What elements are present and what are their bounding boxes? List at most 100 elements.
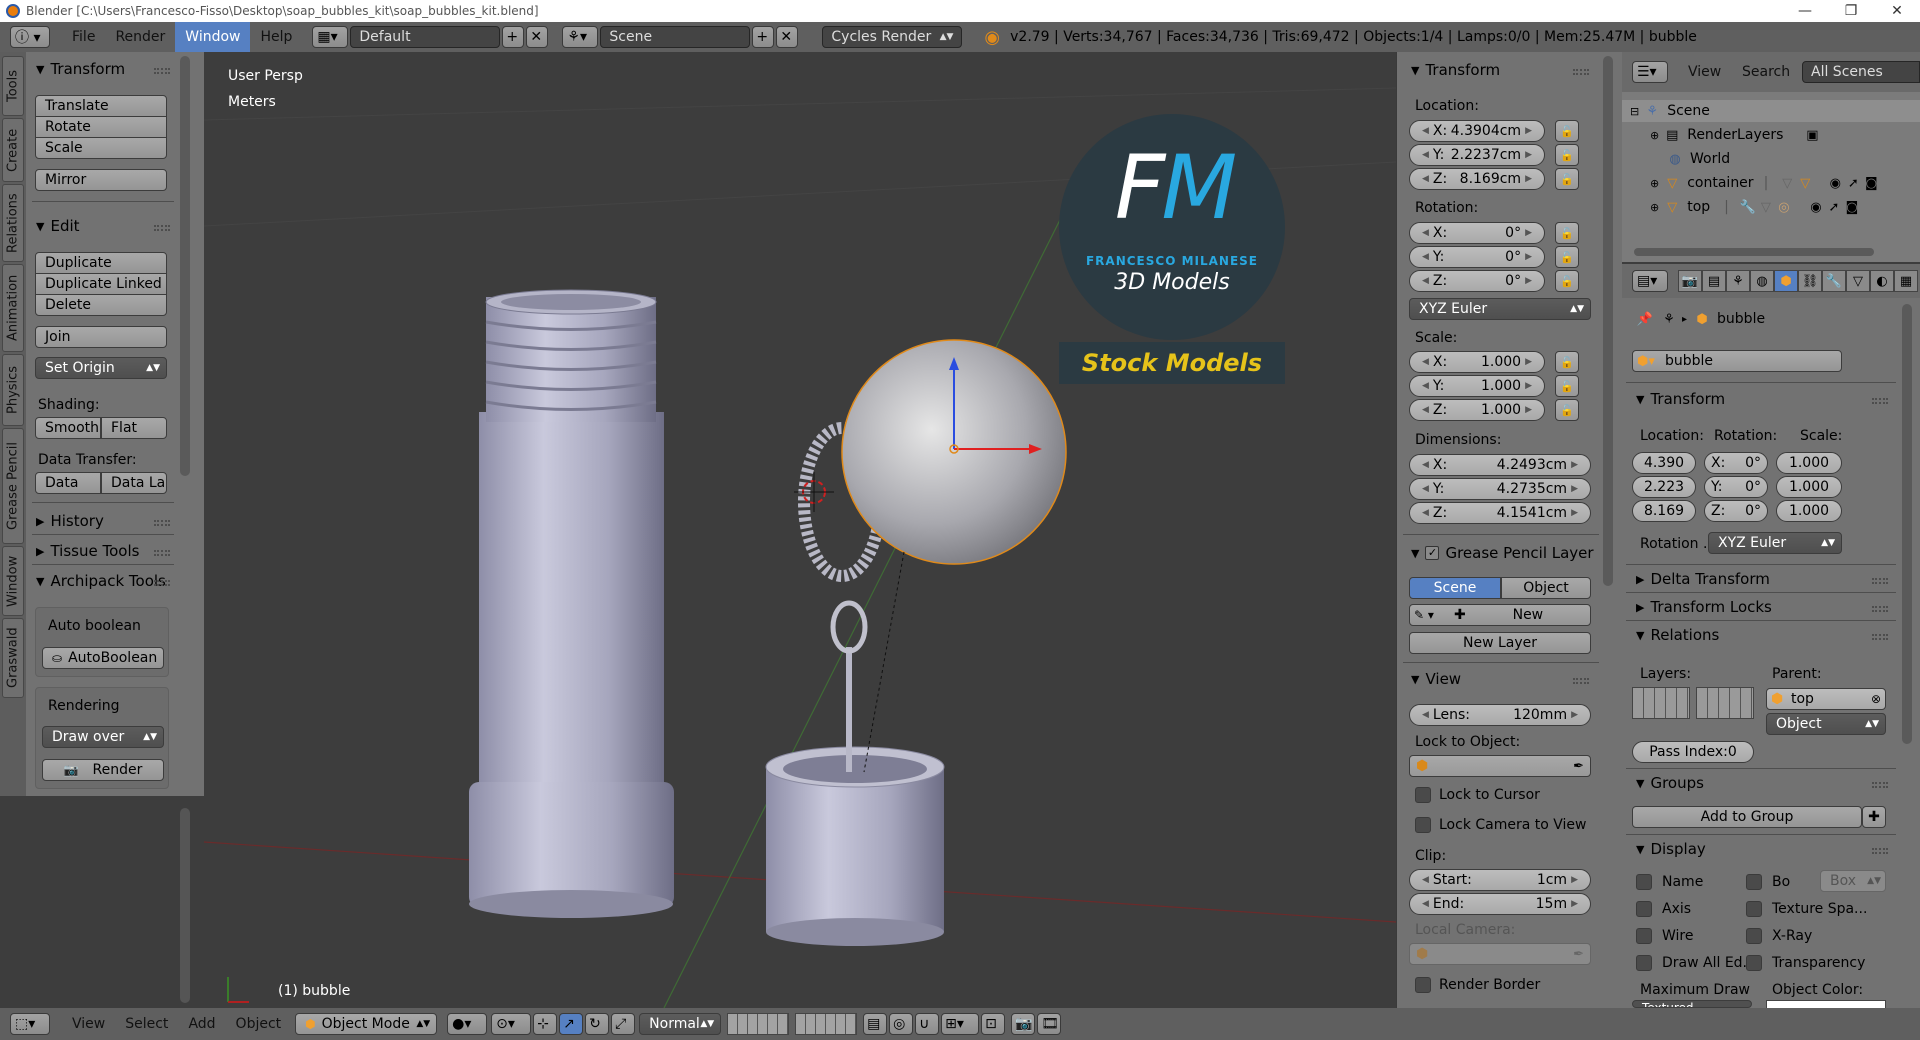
object-color-swatch[interactable] bbox=[1766, 1000, 1886, 1008]
texture-tab-icon[interactable]: ▦ bbox=[1894, 270, 1918, 292]
outliner-search-menu[interactable]: Search bbox=[1732, 57, 1800, 87]
lens-field[interactable]: ◀ Lens: 120mm ▶ bbox=[1409, 704, 1591, 726]
constraints-tab-icon[interactable]: ⛓ bbox=[1798, 270, 1822, 292]
remove-scene-icon[interactable]: ✕ bbox=[776, 26, 799, 48]
outliner-row-container[interactable]: ⊕ ▽ container | ▽ ▽ ◉ ➚ ◙ bbox=[1622, 172, 1920, 194]
dimensions-y-field[interactable]: ◀ Y: 4.2735cm ▶ bbox=[1409, 478, 1591, 500]
outliner-hscrollbar[interactable] bbox=[1634, 248, 1874, 256]
screen-layout-button[interactable]: ▦▾ bbox=[312, 26, 349, 48]
object-name-field[interactable]: ⬢▾ bubble bbox=[1632, 350, 1842, 372]
props-rot-x[interactable]: X: 0° bbox=[1704, 452, 1768, 474]
scale-z-field[interactable]: ◀ Z: 1.000 ▶ bbox=[1409, 399, 1545, 421]
props-scale-y[interactable]: 1.000 bbox=[1776, 476, 1842, 498]
menu-help[interactable]: Help bbox=[250, 22, 302, 52]
props-rotation-mode-select[interactable]: XYZ Euler ▲▼ bbox=[1708, 532, 1842, 554]
grip-icon[interactable] bbox=[1872, 848, 1888, 854]
rotation-z-field[interactable]: ◀ Z: 0° ▶ bbox=[1409, 270, 1545, 292]
viewport-shading-button[interactable]: ●▾ bbox=[447, 1013, 488, 1035]
n-transform-header[interactable]: ▼ Transform bbox=[1411, 61, 1500, 79]
menu-object[interactable]: Object bbox=[226, 1009, 292, 1039]
editor-type-button[interactable]: ⓘ ▾ bbox=[10, 26, 50, 48]
pin-icon[interactable]: 📌 bbox=[1636, 310, 1654, 328]
grip-icon[interactable] bbox=[1872, 398, 1888, 404]
data-tab-icon[interactable]: ▽ bbox=[1846, 270, 1870, 292]
eyedropper-icon[interactable]: ✒ bbox=[1573, 759, 1584, 774]
menu-file[interactable]: File bbox=[62, 22, 105, 52]
props-scale-z[interactable]: 1.000 bbox=[1776, 500, 1842, 522]
view3d-editor-type[interactable]: ⬚▾ bbox=[10, 1013, 50, 1035]
checkbox-checked-icon[interactable]: ✓ bbox=[1425, 546, 1440, 560]
lock-icon[interactable]: 🔓 bbox=[1555, 399, 1579, 421]
translate-manipulator-icon[interactable]: ↗ bbox=[559, 1013, 584, 1035]
tab-tools[interactable]: Tools bbox=[2, 56, 24, 116]
3d-viewport[interactable]: User Persp Meters (1) bubble FM FM FRANC… bbox=[204, 52, 1396, 1008]
opengl-render-icon[interactable]: 📷 bbox=[1011, 1013, 1036, 1035]
menu-add[interactable]: Add bbox=[178, 1009, 225, 1039]
expand-icon[interactable]: ⊕ bbox=[1650, 129, 1659, 142]
lock-layers-icon[interactable]: ▤ bbox=[863, 1013, 888, 1035]
grip-icon[interactable] bbox=[1872, 782, 1888, 788]
props-rot-y[interactable]: Y: 0° bbox=[1704, 476, 1768, 498]
bounds-type-select[interactable]: Box ▲▼ bbox=[1820, 870, 1886, 892]
tab-window[interactable]: Window bbox=[2, 546, 24, 616]
outliner-row-renderlayers[interactable]: ⊕ ▤ RenderLayers ▣ bbox=[1622, 124, 1920, 146]
snap-icon[interactable]: ∪ bbox=[915, 1013, 940, 1035]
outliner-filter-select[interactable]: All Scenes bbox=[1802, 61, 1920, 83]
mode-select[interactable]: ⬢ Object Mode ▲▼ bbox=[295, 1013, 438, 1035]
scale-x-field[interactable]: ◀ X: 1.000 ▶ bbox=[1409, 351, 1545, 373]
scene-button[interactable]: ⚘▾ bbox=[562, 26, 599, 48]
data-layers-button[interactable]: Data La bbox=[101, 472, 167, 494]
relations-header[interactable]: ▼ Relations bbox=[1636, 626, 1719, 644]
maximize-button[interactable]: ❐ bbox=[1828, 0, 1874, 22]
props-loc-z[interactable]: 8.169 bbox=[1632, 500, 1696, 522]
delete-button[interactable]: Delete bbox=[35, 294, 167, 316]
n-view-header[interactable]: ▼ View bbox=[1411, 670, 1461, 688]
eye-icon[interactable]: ◉ bbox=[1807, 198, 1825, 216]
properties-editor-type[interactable]: ▤▾ bbox=[1632, 270, 1668, 292]
panel-archipack-header[interactable]: ▼ Archipack Tools bbox=[36, 572, 168, 590]
rotation-mode-select[interactable]: XYZ Euler ▲▼ bbox=[1409, 298, 1591, 320]
grip-icon[interactable] bbox=[1872, 578, 1888, 584]
layers-tab-icon[interactable]: ▤ bbox=[1702, 270, 1726, 292]
clip-start-field[interactable]: ◀ Start: 1cm ▶ bbox=[1409, 869, 1591, 891]
proportional-edit-icon[interactable]: ◎ bbox=[889, 1013, 914, 1035]
snap-target-icon[interactable]: ⊡ bbox=[981, 1013, 1006, 1035]
add-layout-icon[interactable]: + bbox=[502, 26, 525, 48]
clip-end-field[interactable]: ◀ End: 15m ▶ bbox=[1409, 893, 1591, 915]
new-layer-button[interactable]: New Layer bbox=[1409, 632, 1591, 654]
location-z-field[interactable]: ◀ Z: 8.169cm ▶ bbox=[1409, 168, 1545, 190]
screen-layout-field[interactable]: Default bbox=[350, 26, 501, 48]
add-scene-icon[interactable]: + bbox=[752, 26, 775, 48]
expand-icon[interactable]: ⊕ bbox=[1650, 177, 1659, 190]
snap-element-icon[interactable]: ⊞▾ bbox=[941, 1013, 980, 1035]
maximum-draw-select[interactable]: Textured bbox=[1632, 1000, 1752, 1008]
join-button[interactable]: Join bbox=[35, 326, 167, 348]
render-tab-icon[interactable]: 📷 bbox=[1678, 270, 1702, 292]
eyedropper-icon[interactable]: ✒ bbox=[1573, 947, 1584, 962]
props-scale-x[interactable]: 1.000 bbox=[1776, 452, 1842, 474]
pivot-point-button[interactable]: ⊙▾ bbox=[491, 1013, 532, 1035]
display-axis-checkbox[interactable] bbox=[1636, 901, 1652, 917]
lock-icon[interactable]: 🔓 bbox=[1555, 168, 1579, 190]
gp-object-tab[interactable]: Object bbox=[1501, 577, 1591, 599]
display-name-checkbox[interactable] bbox=[1636, 874, 1652, 890]
clear-icon[interactable]: ⊗ bbox=[1871, 692, 1881, 706]
grip-icon[interactable] bbox=[1573, 678, 1589, 684]
render-border-checkbox[interactable] bbox=[1415, 977, 1431, 993]
delta-transform-header[interactable]: ▶ Delta Transform bbox=[1636, 570, 1770, 588]
panel-edit-header[interactable]: ▼ Edit bbox=[36, 217, 80, 235]
scale-button[interactable]: Scale bbox=[35, 137, 167, 159]
display-header[interactable]: ▼ Display bbox=[1636, 840, 1706, 858]
display-bounds-checkbox[interactable] bbox=[1746, 874, 1762, 890]
menu-window[interactable]: Window bbox=[175, 22, 251, 52]
close-button[interactable]: ✕ bbox=[1874, 0, 1920, 22]
opengl-anim-icon[interactable]: 🎞 bbox=[1037, 1013, 1062, 1035]
lock-icon[interactable]: 🔓 bbox=[1555, 351, 1579, 373]
tab-grease-pencil[interactable]: Grease Pencil bbox=[2, 428, 24, 544]
rotate-manipulator-icon[interactable]: ↻ bbox=[585, 1013, 610, 1035]
grip-icon[interactable] bbox=[154, 550, 170, 556]
grip-icon[interactable] bbox=[154, 580, 170, 586]
menu-select[interactable]: Select bbox=[115, 1009, 178, 1039]
scale-y-field[interactable]: ◀ Y: 1.000 ▶ bbox=[1409, 375, 1545, 397]
draw-over-select[interactable]: Draw over ▲▼ bbox=[42, 726, 164, 748]
